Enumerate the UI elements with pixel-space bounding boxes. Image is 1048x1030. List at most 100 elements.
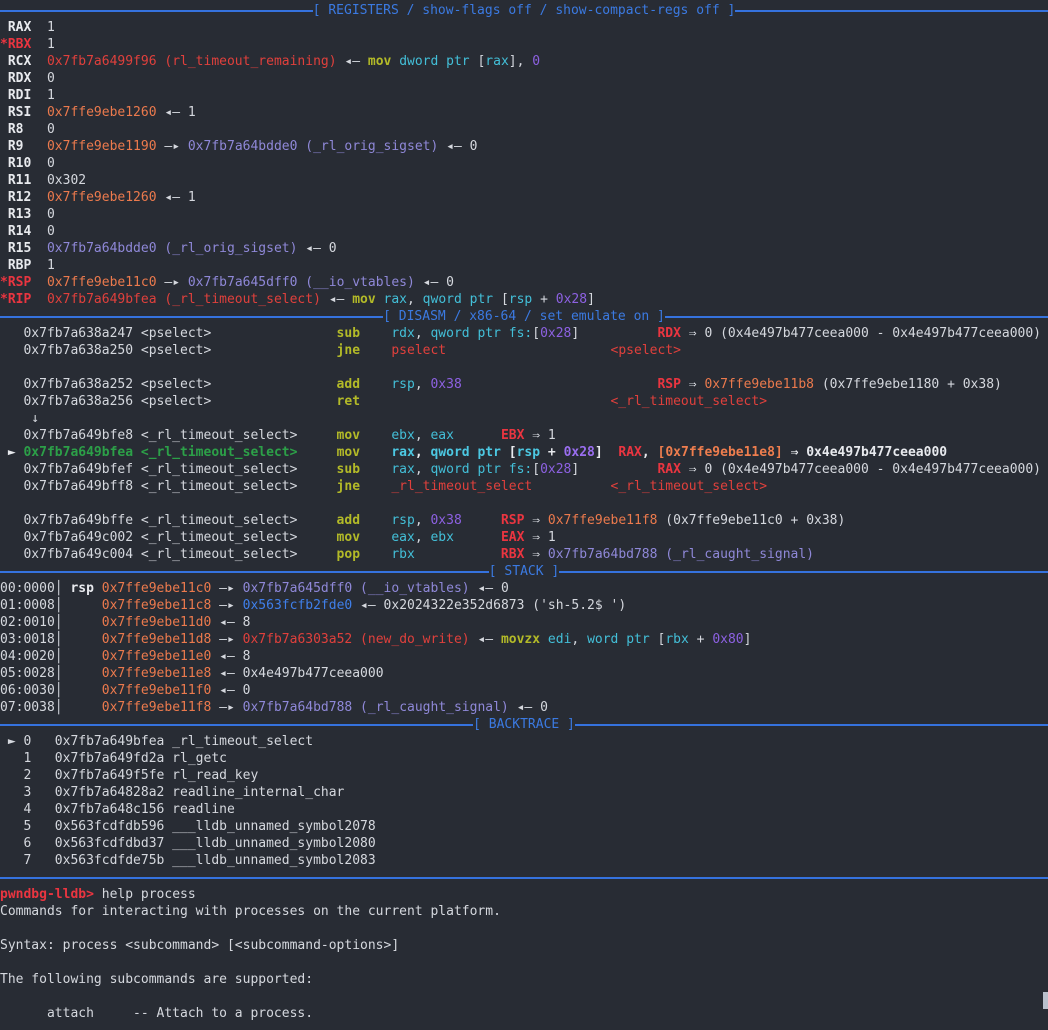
text-segment — [23, 139, 46, 154]
terminal-line: *RSP 0x7ffe9ebe11c0 —▸ 0x7fb7a645dff0 (_… — [0, 274, 1048, 291]
terminal-line: 5 0x563fcdfdb596 ___lldb_unnamed_symbol2… — [0, 818, 1048, 835]
text-segment: ◂— — [337, 54, 368, 69]
text-segment — [31, 190, 47, 205]
terminal-line: 04:0020│ 0x7ffe9ebe11e0 ◂— 8 — [0, 648, 1048, 665]
terminal-line — [0, 954, 1048, 971]
terminal-line: 6 0x563fcdfdbd37 ___lldb_unnamed_symbol2… — [0, 835, 1048, 852]
text-segment: ⇒ 0x4e497b477ceea000 — [783, 445, 947, 460]
terminal-line — [0, 920, 1048, 937]
terminal-line: RAX 1 — [0, 19, 1048, 36]
pwndbg-terminal: [ REGISTERS / show-flags off / show-comp… — [0, 0, 1048, 1030]
text-segment: │ — [55, 683, 102, 698]
terminal-line: 01:0008│ 0x7ffe9ebe11c8 —▸ 0x563fcfb2fde… — [0, 597, 1048, 614]
terminal-line: 0x7fb7a649bfef <_rl_timeout_select> sub … — [0, 461, 1048, 478]
header-rule-right — [735, 10, 1048, 12]
terminal-line: RDX 0 — [0, 70, 1048, 87]
section-header-stack: [ STACK ] — [0, 563, 1048, 580]
text-segment: 2 0x7fb7a649f5fe rl_read_key — [0, 768, 258, 783]
terminal-line: 05:0028│ 0x7ffe9ebe11e8 ◂— 0x4e497b477ce… — [0, 665, 1048, 682]
text-segment: sub — [337, 462, 360, 477]
header-rule-left — [0, 571, 489, 573]
text-segment: ] — [595, 445, 603, 460]
text-segment: 0 — [23, 122, 54, 137]
text-segment: pwndbg-lldb> — [0, 887, 94, 902]
text-segment: rax — [391, 462, 414, 477]
terminal-line: 0x7fb7a649c002 <_rl_timeout_select> mov … — [0, 529, 1048, 546]
text-segment: ◂— 0 — [509, 700, 548, 715]
text-segment: jne — [337, 343, 360, 358]
text-segment: , — [415, 513, 431, 528]
text-segment: dword ptr — [399, 54, 477, 69]
text-segment: + — [532, 292, 555, 307]
terminal-line — [0, 988, 1048, 1005]
text-segment: 1 — [31, 20, 54, 35]
text-segment: <pselect> — [611, 343, 681, 358]
text-segment: 0x7ffe9ebe11e0 — [102, 649, 212, 664]
terminal-line: RBP 1 — [0, 257, 1048, 274]
text-segment: 0x7ffe9ebe11c0 — [102, 581, 212, 596]
text-segment: , — [415, 462, 431, 477]
text-segment: │ — [55, 649, 102, 664]
text-segment: 0x7fb7a649c004 <_rl_timeout_select> — [0, 547, 337, 562]
terminal-line: ↓ — [0, 410, 1048, 427]
text-segment: 0x80 — [712, 632, 743, 647]
text-segment: mov — [337, 530, 360, 545]
section-title: [ STACK ] — [489, 563, 559, 580]
text-segment — [360, 377, 391, 392]
text-segment: 1 — [31, 88, 54, 103]
text-segment: sub — [337, 326, 360, 341]
text-segment — [360, 462, 391, 477]
text-segment: │ — [55, 632, 102, 647]
text-segment: 0x7fb7a6303a52 (new_do_write) — [243, 632, 470, 647]
text-segment: RAX — [657, 462, 680, 477]
text-segment: R10 — [0, 156, 31, 171]
terminal-line: R12 0x7ffe9ebe1260 ◂— 1 — [0, 189, 1048, 206]
text-segment: R13 — [0, 207, 31, 222]
text-segment: RDI — [0, 88, 31, 103]
text-segment: rax — [485, 54, 508, 69]
text-segment: [0x7ffe9ebe11e8] — [658, 445, 783, 460]
terminal-line: 0x7fb7a649c004 <_rl_timeout_select> pop … — [0, 546, 1048, 563]
text-segment: rdx — [391, 326, 414, 341]
text-segment: 0 — [31, 71, 54, 86]
text-segment — [454, 530, 501, 545]
terminal-line — [0, 495, 1048, 512]
text-segment: 6 0x563fcdfdbd37 ___lldb_unnamed_symbol2… — [0, 836, 376, 851]
text-segment: 0 — [31, 224, 54, 239]
text-segment: (0x7ffe9ebe11c0 + 0x38) — [657, 513, 845, 528]
text-segment — [462, 377, 658, 392]
text-segment: mov — [337, 428, 360, 443]
text-segment: rsp — [509, 292, 532, 307]
text-segment — [360, 479, 391, 494]
text-segment: R11 — [0, 173, 31, 188]
text-segment: *RBX — [0, 37, 31, 52]
terminal-line: RDI 1 — [0, 87, 1048, 104]
section-title: [ BACKTRACE ] — [473, 716, 575, 733]
terminal-line: 1 0x7fb7a649fd2a rl_getc — [0, 750, 1048, 767]
terminal-line: RCX 0x7fb7a6499f96 (rl_timeout_remaining… — [0, 53, 1048, 70]
terminal-line: 4 0x7fb7a648c156 readline — [0, 801, 1048, 818]
separator-rule — [0, 877, 1048, 879]
terminal-line: R15 0x7fb7a64bdde0 (_rl_orig_sigset) ◂— … — [0, 240, 1048, 257]
text-segment: ◂— 0 — [211, 683, 250, 698]
text-segment: 0x7ffe9ebe11e8 — [102, 666, 212, 681]
text-segment: 1 0x7fb7a649fd2a rl_getc — [0, 751, 227, 766]
text-segment: ⇒ 1 — [524, 530, 555, 545]
terminal-line: attach -- Attach to a process. — [0, 1005, 1048, 1022]
text-segment — [454, 428, 501, 443]
scrollbar-thumb[interactable] — [1043, 992, 1048, 1009]
text-segment — [360, 547, 391, 562]
text-segment: RBP — [0, 258, 31, 273]
terminal-line: 7 0x563fcdfde75b ___lldb_unnamed_symbol2… — [0, 852, 1048, 869]
text-segment: ◂— — [470, 632, 501, 647]
text-segment: <_rl_timeout_select> — [611, 479, 768, 494]
terminal-line: 0x7fb7a649bff8 <_rl_timeout_select> jne … — [0, 478, 1048, 495]
text-segment: 7 0x563fcdfde75b ___lldb_unnamed_symbol2… — [0, 853, 376, 868]
text-segment — [360, 394, 610, 409]
text-segment: 0x7fb7a64bd788 (_rl_caught_signal) — [548, 547, 814, 562]
text-segment: 0x302 — [31, 173, 86, 188]
terminal-line: 0x7fb7a638a247 <pselect> sub rdx, qword … — [0, 325, 1048, 342]
text-segment: qword ptr — [423, 292, 501, 307]
terminal-line: pwndbg-lldb> help process — [0, 886, 1048, 903]
text-segment: help process — [94, 887, 196, 902]
